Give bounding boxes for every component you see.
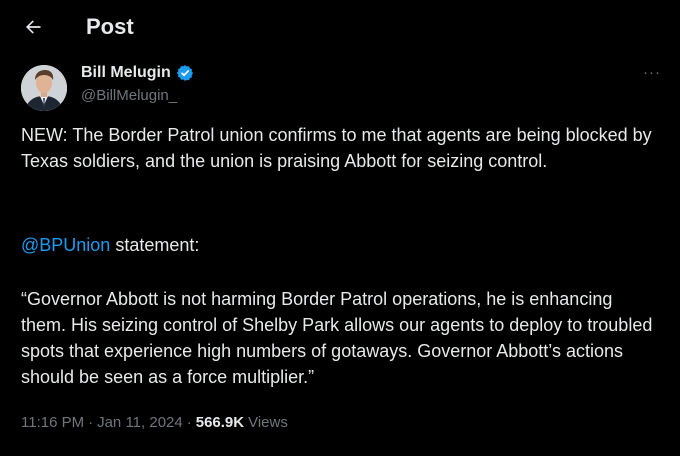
avatar[interactable] — [21, 65, 67, 111]
views-count[interactable]: 566.9K — [196, 414, 244, 431]
meta-separator: · — [88, 414, 94, 431]
post-paragraph-2-text: statement: — [110, 235, 200, 255]
more-options-button[interactable]: ··· — [642, 62, 662, 82]
post-date[interactable]: Jan 11, 2024 — [97, 414, 183, 431]
back-arrow-icon — [26, 20, 41, 34]
post-meta: 11:16 PM · Jan 11, 2024 · 566.9K Views — [21, 414, 288, 431]
post-paragraph-2: @BPUnion statement: — [21, 232, 199, 258]
post-paragraph-3: “Governor Abbott is not harming Border P… — [21, 289, 653, 387]
avatar-image — [21, 65, 67, 111]
post-paragraph-1: NEW: The Border Patrol union confirms to… — [21, 125, 652, 171]
author-name-text: Bill Melugin — [81, 64, 171, 81]
author-handle[interactable]: @BillMelugin_ — [81, 87, 177, 104]
mention-link[interactable]: @BPUnion — [21, 235, 110, 255]
author-name[interactable]: Bill Melugin — [81, 64, 194, 82]
post-header: Post — [0, 0, 680, 56]
back-button[interactable] — [20, 14, 46, 40]
views-label: Views — [248, 414, 288, 431]
more-options-icon: ··· — [643, 63, 661, 81]
page-title: Post — [86, 14, 134, 39]
verified-badge-icon — [176, 65, 193, 81]
meta-separator: · — [186, 414, 192, 431]
post-time[interactable]: 11:16 PM — [21, 414, 84, 431]
